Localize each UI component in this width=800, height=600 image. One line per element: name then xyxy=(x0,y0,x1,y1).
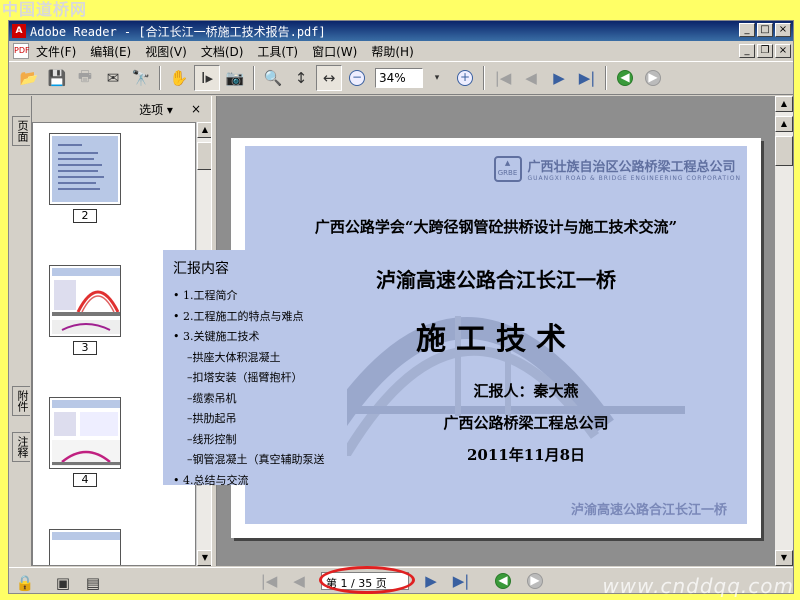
tab-attachments[interactable]: 附件 xyxy=(12,386,30,416)
toolbar: 📂 💾 🖶 ✉ 🔭 ✋ I▸ 📷 🔍 ↕ ↔ − 34% ▾ + |◀ ◀ ▶ … xyxy=(9,61,793,95)
watermark-logo: 中国道桥网 xyxy=(2,0,88,19)
document-scrollbar[interactable]: ▲ ▲ ▼ xyxy=(775,96,793,566)
minimize-button[interactable]: _ xyxy=(739,23,755,37)
email-icon[interactable]: ✉ xyxy=(100,65,126,91)
back-icon[interactable]: ◀ xyxy=(612,65,638,91)
company-logo-icon: ▲ GRBE xyxy=(493,156,522,182)
zoom-dropdown-icon[interactable]: ▾ xyxy=(424,65,450,91)
last-page-icon[interactable]: ▶| xyxy=(574,65,600,91)
print-icon[interactable]: 🖶 xyxy=(72,65,98,91)
slide-footer: 泸渝高速公路合江长江一桥 xyxy=(570,503,727,518)
next-page-icon[interactable]: ▶ xyxy=(418,568,444,594)
forward-icon[interactable]: ▶ xyxy=(522,568,548,594)
first-page-icon[interactable]: |◀ xyxy=(490,65,516,91)
side-tabs: 页面 附件 注释 xyxy=(9,96,31,566)
outline-item: –线形控制 xyxy=(187,432,237,446)
page-number-3: 3 xyxy=(73,341,97,355)
prev-page-icon[interactable]: ◀ xyxy=(286,568,312,594)
outline-item: –拱肋起吊 xyxy=(187,412,237,425)
prev-page-icon[interactable]: ◀ xyxy=(518,65,544,91)
zoom-plus-icon[interactable]: + xyxy=(452,65,478,91)
menu-document[interactable]: 文档(D) xyxy=(194,43,251,60)
outline-item: • 4.总结与交流 xyxy=(173,473,249,487)
reader-window: A Adobe Reader - [合江长江一桥施工技术报告.pdf] _ □ … xyxy=(8,20,794,594)
menu-window[interactable]: 窗口(W) xyxy=(305,43,364,60)
open-icon[interactable]: 📂 xyxy=(16,65,42,91)
scroll-down-icon[interactable]: ▼ xyxy=(775,550,793,566)
menu-help[interactable]: 帮助(H) xyxy=(364,43,420,60)
zoom-input[interactable]: 34% xyxy=(375,68,423,88)
snapshot-icon[interactable]: 📷 xyxy=(222,65,248,91)
security-icon[interactable]: 🔒 xyxy=(12,570,38,596)
outline-item: –扣塔安装（摇臂抱杆） xyxy=(187,371,303,384)
next-page-icon[interactable]: ▶ xyxy=(546,65,572,91)
fit-width-icon[interactable]: ↔ xyxy=(316,65,342,91)
outline-item: –拱座大体积混凝土 xyxy=(187,350,281,364)
hand-icon[interactable]: ✋ xyxy=(166,65,192,91)
outline-overlay: 汇报内容 • 1.工程简介 • 2.工程施工的特点与难点 • 3.关键施工技术 … xyxy=(163,250,347,487)
menu-file[interactable]: 文件(F) xyxy=(29,43,83,60)
single-page-icon[interactable]: ▣ xyxy=(50,570,76,596)
menu-tools[interactable]: 工具(T) xyxy=(250,43,305,60)
window-title: Adobe Reader - [合江长江一桥施工技术报告.pdf] xyxy=(30,24,326,39)
zoom-out-icon[interactable]: − xyxy=(344,65,370,91)
zoom-in-icon[interactable]: 🔍 xyxy=(260,65,286,91)
scroll-top-icon[interactable]: ▲ xyxy=(775,96,793,112)
maximize-button[interactable]: □ xyxy=(757,23,773,37)
doc-close-button[interactable]: × xyxy=(775,44,791,58)
outline-item: • 3.关键施工技术 xyxy=(173,330,260,343)
forward-icon[interactable]: ▶ xyxy=(640,65,666,91)
page-thumbnail-4[interactable] xyxy=(49,397,121,469)
scroll-thumb[interactable] xyxy=(775,136,793,166)
tab-comments[interactable]: 注释 xyxy=(12,432,30,462)
page-thumbnail-5[interactable] xyxy=(49,529,121,565)
outline-item: –缆索吊机 xyxy=(187,391,237,405)
scroll-up-icon[interactable]: ▲ xyxy=(775,116,793,132)
pdf-doc-icon[interactable]: PDF xyxy=(13,43,30,59)
panel-options-button[interactable]: 选项 ▾ xyxy=(139,101,173,118)
search-icon[interactable]: 🔭 xyxy=(128,65,154,91)
menu-edit[interactable]: 编辑(E) xyxy=(83,43,138,60)
back-icon[interactable]: ◀ xyxy=(490,568,516,594)
menu-bar: PDF 文件(F) 编辑(E) 视图(V) 文档(D) 工具(T) 窗口(W) … xyxy=(9,41,793,61)
doc-minimize-button[interactable]: _ xyxy=(739,44,755,58)
page-number-4: 4 xyxy=(73,473,97,487)
page-thumbnail-3[interactable] xyxy=(49,265,121,337)
company-logo: ▲ GRBE 广西壮族自治区公路桥梁工程总公司 GUANGXI ROAD & BR… xyxy=(493,156,741,182)
first-page-icon[interactable]: |◀ xyxy=(256,568,282,594)
menu-view[interactable]: 视图(V) xyxy=(138,43,194,60)
save-icon[interactable]: 💾 xyxy=(44,65,70,91)
highlight-ellipse xyxy=(319,566,415,594)
doc-restore-button[interactable]: ❐ xyxy=(757,44,773,58)
outline-item: –钢管混凝土（真空辅助泵送 xyxy=(187,453,325,466)
outline-item: • 1.工程简介 xyxy=(173,289,238,302)
continuous-page-icon[interactable]: ▤ xyxy=(80,570,106,596)
association-text: 广西公路学会“大跨径钢管砼拱桥设计与施工技术交流” xyxy=(314,218,678,236)
title-bar: A Adobe Reader - [合江长江一桥施工技术报告.pdf] _ □ … xyxy=(9,21,793,41)
outline-heading: 汇报内容 xyxy=(173,261,229,277)
adobe-reader-icon: A xyxy=(12,24,26,38)
select-text-icon[interactable]: I▸ xyxy=(194,65,220,91)
close-button[interactable]: × xyxy=(775,23,791,37)
last-page-icon[interactable]: ▶| xyxy=(448,568,474,594)
panel-close-button[interactable]: × xyxy=(191,102,201,116)
page-thumbnail-2[interactable] xyxy=(49,133,121,205)
watermark-url: www.cnddqq.com xyxy=(602,574,794,598)
fit-height-icon[interactable]: ↕ xyxy=(288,65,314,91)
tab-pages[interactable]: 页面 xyxy=(12,116,30,146)
outline-item: • 2.工程施工的特点与难点 xyxy=(173,309,304,323)
page-number-2: 2 xyxy=(73,209,97,223)
